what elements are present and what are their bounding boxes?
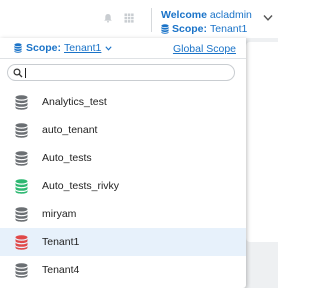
header-scope[interactable]: Scope: Tenant1 [161,23,247,35]
database-icon [15,95,28,110]
tenant-list-item[interactable]: Analytics_test [0,88,246,116]
global-scope-link[interactable]: Global Scope [173,43,236,55]
bell-icon[interactable] [103,13,113,23]
background-panel [246,42,278,242]
tenant-list-item[interactable]: Auto_tests_rivky [0,172,246,200]
database-icon [15,263,28,278]
tenant-list: Analytics_test auto_tenant Auto_tests Auto_… [0,88,246,284]
username: acladmin [209,9,252,21]
tenant-list-item[interactable]: miryam [0,200,246,228]
dropdown-scope-label: Scope: [26,42,62,54]
database-icon [15,207,28,222]
search-icon [13,68,23,78]
top-header-bar: Welcome acladmin Scope: Tenant1 [0,0,278,38]
dropdown-scope-value[interactable]: Tenant1 [64,42,101,54]
chevron-down-icon[interactable] [105,45,112,51]
header-divider [151,8,152,32]
tenant-list-item-label: miryam [42,208,77,220]
dropdown-header: Scope: Tenant1 Global Scope [0,38,246,58]
tenant-list-item-label: Tenant4 [42,264,80,276]
database-icon [15,179,28,194]
welcome-text[interactable]: Welcome acladmin [161,9,252,21]
header-scope-value: Tenant1 [210,23,248,35]
database-icon [14,43,22,53]
grid-icon[interactable] [124,13,134,23]
database-icon [15,235,28,250]
dropdown-scope-selector[interactable]: Scope: Tenant1 [14,42,112,54]
search-input[interactable] [24,66,224,79]
database-icon [161,24,169,34]
dropdown-divider [0,58,246,59]
database-icon [15,151,28,166]
chevron-down-icon[interactable] [263,14,273,22]
welcome-prefix: Welcome [161,9,207,21]
database-icon [15,123,28,138]
search-field[interactable] [7,64,235,81]
scope-dropdown: Scope: Tenant1 Global Scope Analytics_te… [0,38,246,288]
tenant-list-item-label: auto_tenant [42,124,98,136]
tenant-list-item-label: Analytics_test [42,96,107,108]
tenant-list-item-label: Auto_tests_rivky [42,180,120,192]
tenant-list-item-label: Auto_tests [42,152,92,164]
header-scope-label: Scope: [172,23,208,35]
app-root: Welcome acladmin Scope: Tenant1 Scope: T… [0,0,278,288]
tenant-list-item[interactable]: auto_tenant [0,116,246,144]
tenant-list-item[interactable]: Auto_tests [0,144,246,172]
tenant-list-item[interactable]: Tenant1 [0,228,246,256]
tenant-list-item-label: Tenant1 [42,236,80,248]
tenant-list-item[interactable]: Tenant4 [0,256,246,284]
